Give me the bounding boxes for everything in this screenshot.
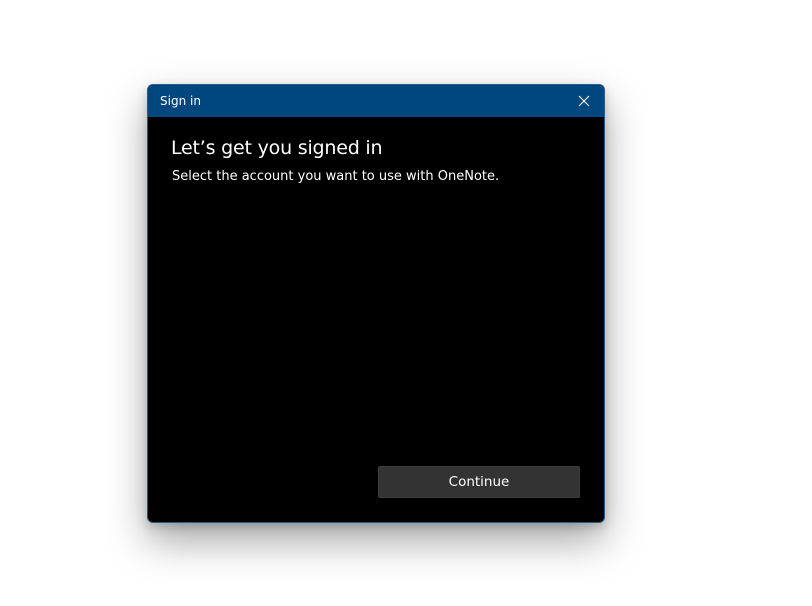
sign-in-dialog: Sign in Let’s get you signed in Select t… <box>147 84 605 523</box>
dialog-subtext: Select the account you want to use with … <box>172 169 500 184</box>
dialog-titlebar: Sign in <box>148 85 604 117</box>
dialog-title: Sign in <box>160 94 201 108</box>
desktop-background: Sign in Let’s get you signed in Select t… <box>0 0 812 606</box>
continue-button[interactable]: Continue <box>378 466 580 498</box>
close-button[interactable] <box>574 91 594 111</box>
close-icon <box>578 95 590 107</box>
dialog-heading: Let’s get you signed in <box>171 137 383 159</box>
dialog-content: Let’s get you signed in Select the accou… <box>148 117 604 522</box>
